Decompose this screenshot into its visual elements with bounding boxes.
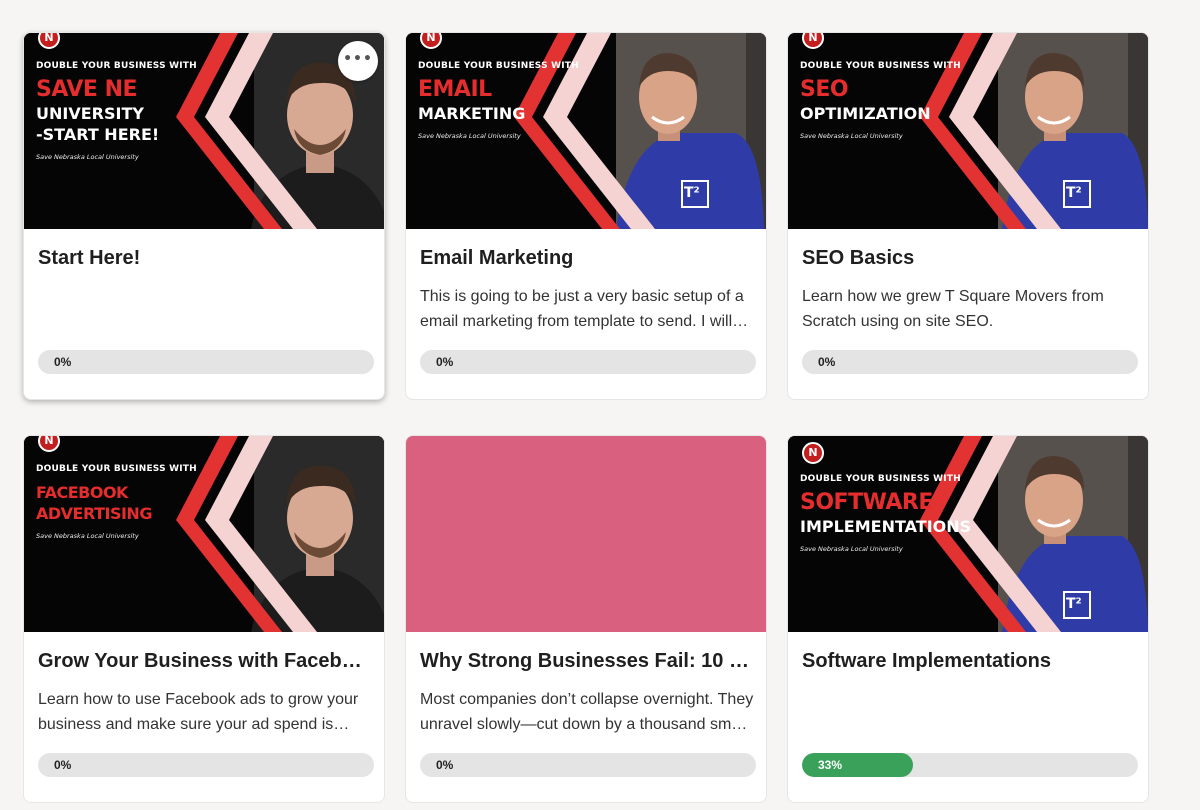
course-card-software-implementations[interactable]: N DOUBLE YOUR BUSINESS WITH SOFTWARE IMP… [787,435,1149,803]
thumbnail-tagline: Save Nebraska Local University [800,132,903,140]
progress-label: 0% [436,355,454,369]
thumbnail-caption: DOUBLE YOUR BUSINESS WITH EMAIL MARKETIN… [418,61,618,140]
thumbnail-tagline: Save Nebraska Local University [418,132,521,140]
shirt-logo: T² [1066,596,1082,612]
shirt-logo: T² [684,185,700,201]
more-horizontal-icon: ••• [343,51,373,67]
thumbnail-preheader: DOUBLE YOUR BUSINESS WITH [36,61,197,71]
thumbnail-tagline: Save Nebraska Local University [800,545,903,553]
thumbnail-preheader: DOUBLE YOUR BUSINESS WITH [800,474,961,484]
thumbnail-subheadline: OPTIMIZATION [800,104,931,123]
thumbnail-preheader: DOUBLE YOUR BUSINESS WITH [800,61,961,71]
course-description: This is going to be just a very basic se… [420,288,744,330]
course-thumbnail[interactable]: N DOUBLE YOUR BUSINESS WITH EMAIL MARKET… [406,33,766,229]
thumbnail-caption: DOUBLE YOUR BUSINESS WITH SAVE NE UNIVER… [36,61,236,161]
progress-bar: 0% [38,753,374,777]
course-thumbnail[interactable]: N DOUBLE YOUR BUSINESS WITH SAVE NE UNIV… [24,33,384,229]
course-thumbnail[interactable]: N DOUBLE YOUR BUSINESS WITH SOFTWARE IMP… [788,436,1148,632]
more-options-button[interactable]: ••• [338,41,378,81]
course-description: Learn how to use Facebook ads to grow yo… [38,691,359,733]
course-title[interactable]: Email Marketing [420,247,754,270]
course-title[interactable]: SEO Basics [802,247,1136,270]
progress-label: 0% [436,758,454,772]
thumbnail-headline: FACEBOOK [36,483,128,502]
thumbnail-caption: DOUBLE YOUR BUSINESS WITH SOFTWARE IMPLE… [800,474,1000,553]
thumbnail-headline: EMAIL [418,77,492,102]
thumbnail-headline: SAVE NE [36,77,138,102]
shirt-logo: T² [1066,185,1082,201]
thumbnail-headline: SOFTWARE [800,490,933,515]
course-card-start-here[interactable]: N DOUBLE YOUR BUSINESS WITH SAVE NE UNIV… [23,32,385,400]
course-thumbnail[interactable]: N DOUBLE YOUR BUSINESS WITH SEO OPTIMIZA… [788,33,1148,229]
course-grid: N DOUBLE YOUR BUSINESS WITH SAVE NE UNIV… [0,0,1200,810]
thumbnail-caption: DOUBLE YOUR BUSINESS WITH FACEBOOK ADVER… [36,464,236,540]
progress-label: 0% [54,758,72,772]
course-card-email-marketing[interactable]: N DOUBLE YOUR BUSINESS WITH EMAIL MARKET… [405,32,767,400]
course-title[interactable]: Grow Your Business with Facebook Ads [38,650,372,673]
course-description: Learn how we grew T Square Movers from S… [802,288,1104,330]
thumbnail-tagline: Save Nebraska Local University [36,532,139,540]
thumbnail-subheadline-2: -START HERE! [36,125,160,144]
course-card-seo-basics[interactable]: N DOUBLE YOUR BUSINESS WITH SEO OPTIMIZA… [787,32,1149,400]
progress-bar: 33% [802,753,1138,777]
progress-label: 0% [54,355,72,369]
course-thumbnail[interactable]: N DOUBLE YOUR BUSINESS WITH FACEBOOK ADV… [24,436,384,632]
course-card-why-businesses-fail[interactable]: Why Strong Businesses Fail: 10 Mistakes … [405,435,767,803]
progress-bar: 0% [802,350,1138,374]
thumbnail-subheadline: MARKETING [418,104,526,123]
thumbnail-tagline: Save Nebraska Local University [36,153,139,161]
progress-label: 33% [818,758,843,772]
thumbnail-headline: SEO [800,77,849,102]
course-title[interactable]: Start Here! [38,247,372,270]
thumbnail-subheadline: IMPLEMENTATIONS [800,517,972,536]
thumbnail-subheadline: UNIVERSITY [36,104,144,123]
progress-label: 0% [818,355,836,369]
progress-bar: 0% [420,753,756,777]
progress-bar: 0% [420,350,756,374]
brand-logo: N [802,442,824,464]
course-title[interactable]: Why Strong Businesses Fail: 10 Mistakes … [420,650,754,673]
thumbnail-caption: DOUBLE YOUR BUSINESS WITH SEO OPTIMIZATI… [800,61,1000,140]
course-description: Most companies don’t collapse overnight.… [420,691,754,733]
thumbnail-preheader: DOUBLE YOUR BUSINESS WITH [418,61,579,71]
course-thumbnail-placeholder[interactable] [406,436,766,632]
progress-bar: 0% [38,350,374,374]
course-title[interactable]: Software Implementations [802,650,1136,673]
course-card-facebook-ads[interactable]: N DOUBLE YOUR BUSINESS WITH FACEBOOK ADV… [23,435,385,803]
thumbnail-subheadline: ADVERTISING [36,504,152,523]
thumbnail-preheader: DOUBLE YOUR BUSINESS WITH [36,464,197,474]
